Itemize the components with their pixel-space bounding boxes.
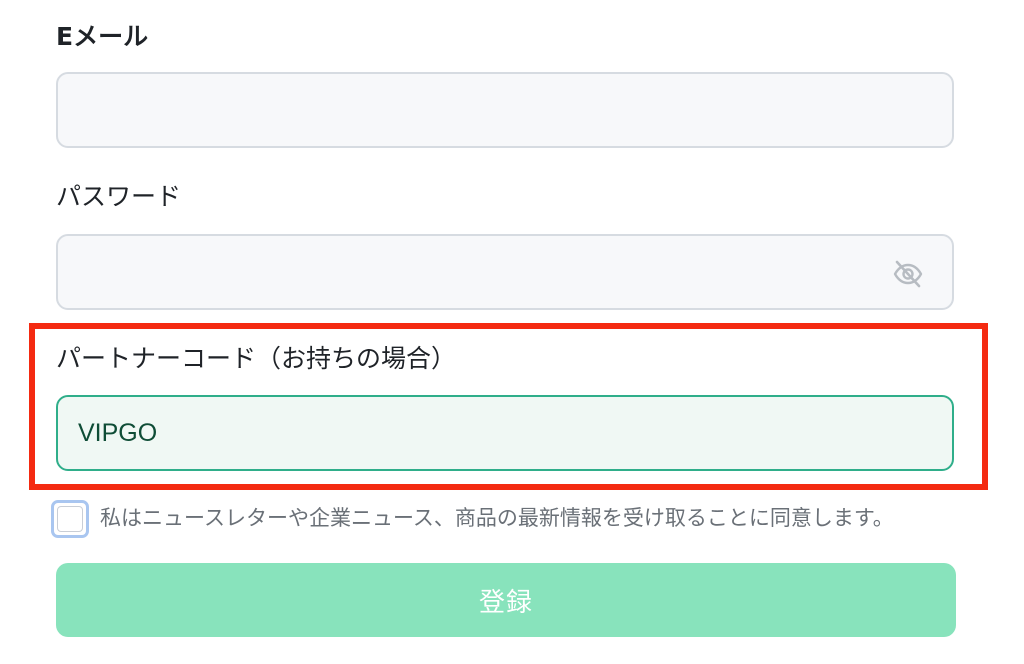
partner-code-field[interactable]: VIPGO (56, 395, 954, 471)
newsletter-checkbox[interactable] (51, 500, 89, 538)
newsletter-consent-label: 私はニュースレターや企業ニュース、商品の最新情報を受け取ることに同意します。 (100, 506, 894, 530)
email-field[interactable] (56, 72, 954, 148)
email-label: Eメール (56, 22, 149, 51)
partner-code-label: パートナーコード（お持ちの場合） (56, 344, 457, 373)
signup-form: Eメール パスワード パートナーコード（お持ちの場合） VIPGO 私はニュース… (0, 0, 1024, 664)
password-label: パスワード (56, 182, 182, 211)
password-field[interactable] (56, 234, 954, 310)
partner-code-value: VIPGO (78, 418, 158, 447)
register-button[interactable]: 登録 (56, 563, 956, 637)
eye-off-icon[interactable] (892, 258, 924, 290)
